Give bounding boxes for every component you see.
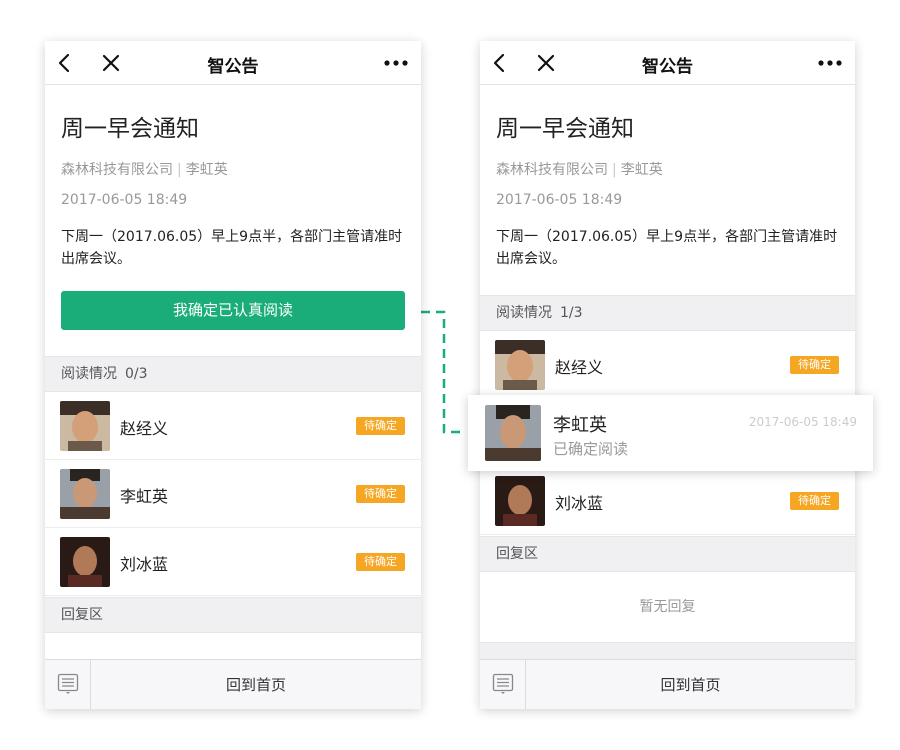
read-confirmed-status: 已确定阅读 <box>553 440 629 458</box>
nav-title: 智公告 <box>207 57 259 77</box>
menu-button[interactable] <box>480 660 526 709</box>
announcement-title: 周一早会通知 <box>496 116 634 142</box>
nav-bar: 智公告 <box>45 41 421 85</box>
reader-row[interactable]: 刘冰蓝 待确定 <box>480 467 855 535</box>
confirmed-reader-row[interactable]: 李虹英 已确定阅读 2017-06-05 18:49 <box>468 395 873 471</box>
phone-screen-unconfirmed: 智公告 周一早会通知 森林科技有限公司 | 李虹英 2017-06-05 18:49… <box>45 41 421 709</box>
reply-empty-text: 暂无回复 <box>480 572 855 642</box>
more-dots-icon[interactable] <box>817 53 843 73</box>
read-status-label: 阅读情况 <box>61 366 117 382</box>
company-name: 森林科技有限公司 <box>61 162 173 178</box>
reader-name: 刘冰蓝 <box>120 555 169 574</box>
phone-screen-confirmed: 智公告 周一早会通知 森林科技有限公司 | 李虹英 2017-06-05 18:49… <box>480 41 855 709</box>
reader-name: 刘冰蓝 <box>555 494 604 513</box>
menu-button[interactable] <box>45 660 91 709</box>
pending-badge: 待确定 <box>790 356 839 374</box>
reply-section-header: 回复区 <box>45 597 421 633</box>
company-name: 森林科技有限公司 <box>496 162 608 178</box>
read-status-label: 阅读情况 <box>496 305 552 321</box>
bottom-bar: 回到首页 <box>45 659 421 709</box>
reader-row[interactable]: 刘冰蓝 待确定 <box>45 528 421 596</box>
reader-row[interactable]: 赵经义 待确定 <box>480 331 855 399</box>
nav-title: 智公告 <box>642 57 693 77</box>
back-home-button[interactable]: 回到首页 <box>91 660 421 709</box>
author-name: 李虹英 <box>185 162 228 178</box>
nav-bar: 智公告 <box>480 41 855 85</box>
reader-name: 李虹英 <box>553 415 607 436</box>
avatar <box>60 401 110 451</box>
reply-section-footer <box>480 642 855 660</box>
list-menu-icon <box>57 673 79 694</box>
reader-row[interactable]: 赵经义 待确定 <box>45 392 421 460</box>
avatar <box>60 469 110 519</box>
read-status-count: 1/3 <box>560 305 583 321</box>
announcement-body: 下周一（2017.06.05）早上9点半，各部门主管请准时出席会议。 <box>61 229 403 267</box>
confirm-read-button[interactable]: 我确定已认真阅读 <box>61 291 405 330</box>
announcement-meta: 森林科技有限公司 | 李虹英 <box>496 159 663 179</box>
read-status-header: 阅读情况 0/3 <box>45 356 421 392</box>
reader-name: 赵经义 <box>555 358 604 377</box>
meta-separator: | <box>177 162 182 178</box>
avatar <box>495 340 545 390</box>
list-menu-icon <box>492 673 514 694</box>
pending-badge: 待确定 <box>356 485 405 503</box>
back-home-button[interactable]: 回到首页 <box>526 660 855 709</box>
read-status-header: 阅读情况 1/3 <box>480 295 855 331</box>
avatar <box>60 537 110 587</box>
reader-name: 李虹英 <box>120 487 169 506</box>
announcement-title: 周一早会通知 <box>61 116 199 142</box>
reader-name: 赵经义 <box>120 419 169 438</box>
meta-separator: | <box>612 162 617 178</box>
reply-section-header: 回复区 <box>480 536 855 572</box>
announcement-meta: 森林科技有限公司 | 李虹英 <box>61 159 228 179</box>
avatar <box>485 405 541 461</box>
read-status-count: 0/3 <box>125 366 148 382</box>
pending-badge: 待确定 <box>356 553 405 571</box>
pending-badge: 待确定 <box>356 417 405 435</box>
bottom-bar: 回到首页 <box>480 659 855 709</box>
avatar <box>495 476 545 526</box>
announcement-time: 2017-06-05 18:49 <box>496 192 623 208</box>
announcement-body: 下周一（2017.06.05）早上9点半，各部门主管请准时出席会议。 <box>496 229 838 267</box>
author-name: 李虹英 <box>620 162 663 178</box>
reader-row[interactable]: 李虹英 待确定 <box>45 460 421 528</box>
more-dots-icon[interactable] <box>383 53 409 73</box>
read-time: 2017-06-05 18:49 <box>748 415 857 429</box>
pending-badge: 待确定 <box>790 492 839 510</box>
announcement-time: 2017-06-05 18:49 <box>61 192 188 208</box>
